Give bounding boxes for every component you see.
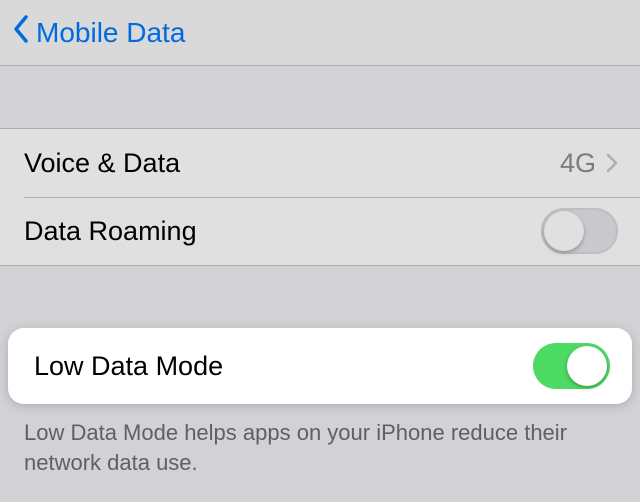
chevron-right-icon — [606, 153, 618, 173]
voice-and-data-row[interactable]: Voice & Data 4G — [0, 129, 640, 197]
chevron-left-icon — [12, 14, 36, 51]
data-roaming-switch[interactable] — [541, 208, 618, 254]
back-label: Mobile Data — [36, 17, 185, 49]
data-roaming-row: Data Roaming — [0, 197, 640, 265]
nav-bar: Mobile Data — [0, 0, 640, 66]
back-button[interactable]: Mobile Data — [12, 14, 185, 51]
low-data-mode-help-text: Low Data Mode helps apps on your iPhone … — [0, 404, 640, 477]
low-data-mode-switch[interactable] — [533, 343, 610, 389]
low-data-mode-row: Low Data Mode — [8, 328, 632, 404]
voice-and-data-label: Voice & Data — [24, 148, 560, 179]
voice-and-data-value: 4G — [560, 148, 596, 179]
settings-group-1: Voice & Data 4G Data Roaming — [0, 128, 640, 266]
low-data-mode-label: Low Data Mode — [34, 351, 533, 382]
settings-group-low-data: Low Data Mode — [8, 328, 632, 404]
data-roaming-label: Data Roaming — [24, 216, 541, 247]
